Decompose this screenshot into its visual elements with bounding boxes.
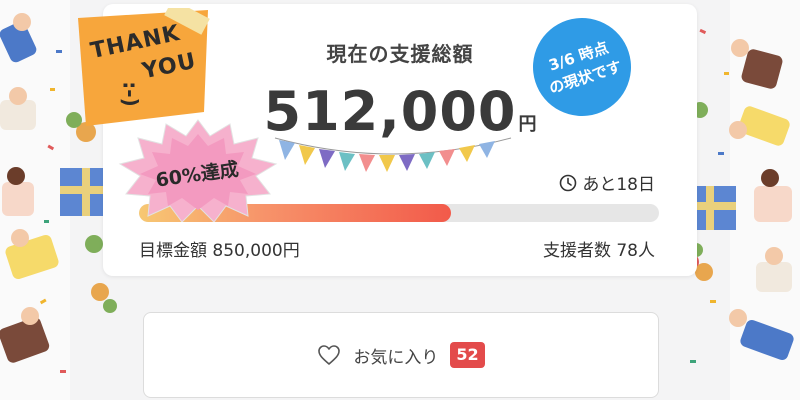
supporter-count: 支援者数 78人 bbox=[542, 241, 655, 261]
bunting-flags bbox=[274, 137, 512, 172]
days-remaining-text: あと18日 bbox=[582, 175, 655, 195]
goal-amount: 目標金額 850,000円 bbox=[139, 241, 300, 261]
clock-icon bbox=[560, 174, 577, 191]
smile-face-icon: :-) bbox=[118, 81, 143, 107]
favorite-button[interactable]: お気に入り 52 bbox=[143, 312, 659, 398]
days-remaining: あと18日 bbox=[559, 170, 655, 195]
favorite-count-badge: 52 bbox=[450, 342, 485, 368]
heart-icon bbox=[318, 345, 341, 365]
favorite-label: お気に入り bbox=[353, 347, 439, 368]
thank-you-note: THANK YOU :-) bbox=[66, 8, 216, 128]
total-amount-unit: 円 bbox=[518, 114, 537, 135]
